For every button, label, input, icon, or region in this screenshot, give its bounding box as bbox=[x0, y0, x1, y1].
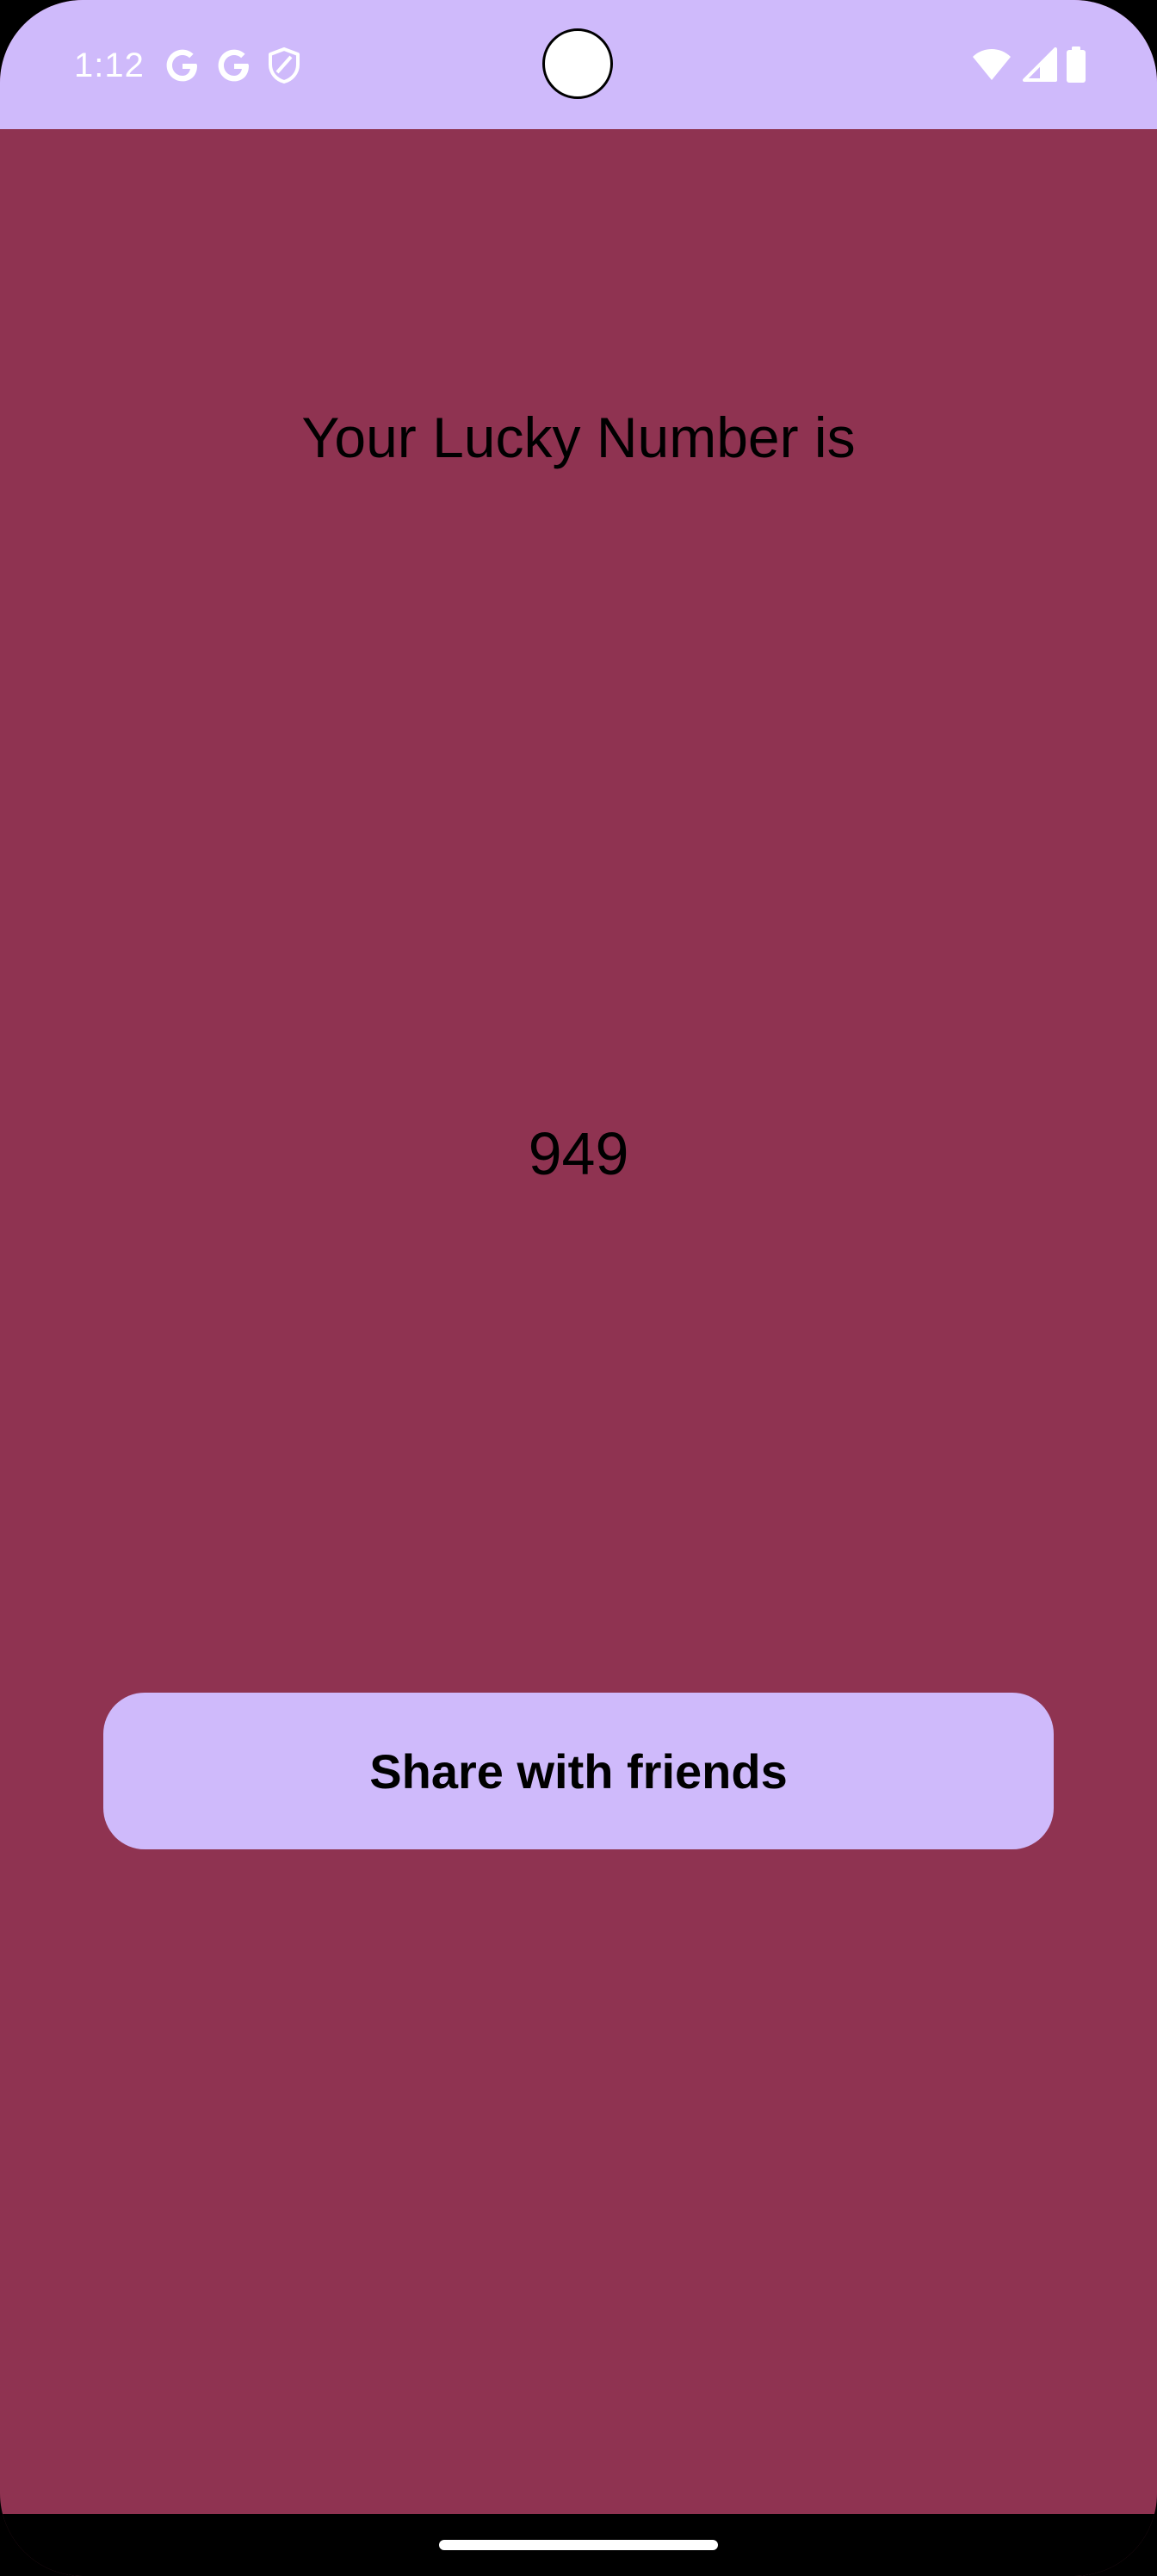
lucky-number-value: 949 bbox=[528, 1120, 629, 1187]
status-time: 1:12 bbox=[74, 46, 145, 84]
share-with-friends-button[interactable]: Share with friends bbox=[103, 1693, 1054, 1849]
home-gesture-handle[interactable] bbox=[439, 2540, 718, 2550]
lucky-number-heading: Your Lucky Number is bbox=[301, 406, 856, 469]
status-right-group bbox=[971, 43, 1086, 86]
google-icon bbox=[164, 46, 201, 84]
app-screen: 1:12 Your Lucky Number is 949 Share with… bbox=[0, 0, 1157, 2576]
status-bar: 1:12 bbox=[0, 0, 1157, 129]
shield-icon bbox=[267, 46, 301, 84]
battery-icon bbox=[1066, 46, 1086, 83]
google-icon bbox=[215, 46, 253, 84]
status-left-group: 1:12 bbox=[74, 40, 301, 91]
cellular-signal-icon bbox=[1021, 47, 1057, 82]
front-camera-cutout bbox=[542, 28, 613, 99]
wifi-icon bbox=[971, 47, 1012, 82]
